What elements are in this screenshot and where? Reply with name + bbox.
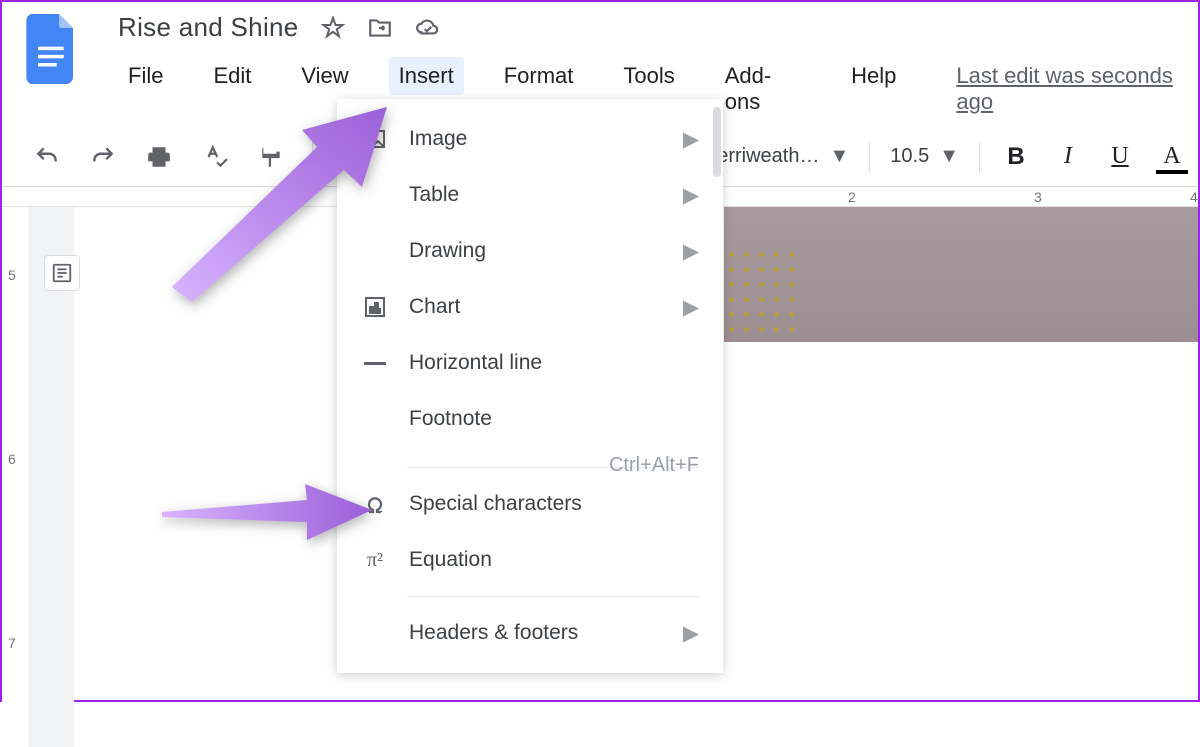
menu-label: Special characters	[409, 492, 699, 516]
submenu-arrow-icon: ▶	[683, 621, 699, 646]
headers-icon	[361, 619, 389, 647]
menu-label: Horizontal line	[409, 351, 699, 375]
last-edit-link[interactable]: Last edit was seconds ago	[956, 63, 1198, 115]
annotation-arrow	[157, 482, 377, 542]
vertical-ruler[interactable]: 5 6 7	[2, 207, 30, 747]
undo-button[interactable]	[32, 142, 62, 172]
menu-label: Drawing	[409, 239, 683, 263]
image-detail	[724, 247, 794, 337]
menu-item-horizontal-line[interactable]: Horizontal line	[337, 335, 723, 391]
menu-item-footnote[interactable]: Footnote Ctrl+Alt+F	[337, 391, 723, 459]
docs-logo[interactable]	[26, 14, 78, 84]
chevron-down-icon: ▼	[939, 145, 959, 168]
submenu-arrow-icon: ▶	[683, 239, 699, 264]
menu-label: Footnote	[409, 407, 699, 431]
footnote-icon	[361, 405, 389, 433]
menu-label: Chart	[409, 295, 683, 319]
star-icon[interactable]	[321, 16, 345, 40]
font-size-dropdown[interactable]: 10.5 ▼	[890, 145, 959, 168]
menu-item-special-characters[interactable]: Special characters	[337, 476, 723, 532]
ruler-mark: 2	[848, 189, 856, 205]
submenu-arrow-icon: ▶	[683, 183, 699, 208]
title-row: Rise and Shine	[118, 10, 1198, 43]
vruler-mark: 6	[8, 451, 16, 467]
menu-insert[interactable]: Insert	[389, 57, 464, 95]
bold-button[interactable]: B	[1000, 143, 1032, 171]
menu-label: Headers & footers	[409, 621, 683, 645]
keyboard-shortcut: Ctrl+Alt+F	[609, 454, 699, 477]
menu-edit[interactable]: Edit	[203, 57, 261, 95]
vruler-mark: 5	[8, 267, 16, 283]
menu-label: Equation	[409, 548, 699, 572]
document-image[interactable]	[724, 207, 1198, 342]
toolbar-separator	[979, 142, 980, 172]
menu-tools[interactable]: Tools	[613, 57, 684, 95]
document-title[interactable]: Rise and Shine	[118, 12, 299, 43]
ruler-mark: 4	[1190, 189, 1198, 205]
menu-file[interactable]: File	[118, 57, 173, 95]
menu-divider	[407, 596, 699, 597]
annotation-arrow	[162, 102, 402, 302]
equation-icon: π²	[361, 546, 389, 574]
text-color-button[interactable]: A	[1156, 143, 1188, 170]
italic-button[interactable]: I	[1052, 143, 1084, 170]
menu-label: Image	[409, 127, 683, 151]
menu-item-equation[interactable]: π² Equation	[337, 532, 723, 588]
font-size-label: 10.5	[890, 145, 929, 168]
toolbar-right: Merriweath… ▼ 10.5 ▼ B I U A	[701, 142, 1198, 172]
submenu-arrow-icon: ▶	[683, 127, 699, 152]
underline-button[interactable]: U	[1104, 143, 1136, 170]
ruler-mark: 3	[1034, 189, 1042, 205]
chevron-down-icon: ▼	[829, 145, 849, 168]
menu-help[interactable]: Help	[841, 57, 906, 95]
horizontal-line-icon	[361, 349, 389, 377]
menu-label: Table	[409, 183, 683, 207]
move-folder-icon[interactable]	[367, 15, 393, 41]
vruler-mark: 7	[8, 635, 16, 651]
menu-format[interactable]: Format	[494, 57, 584, 95]
menu-view[interactable]: View	[291, 57, 358, 95]
redo-button[interactable]	[88, 142, 118, 172]
menu-item-headers-footers[interactable]: Headers & footers ▶	[337, 605, 723, 661]
outline-toggle-button[interactable]	[44, 255, 80, 291]
menu-addons[interactable]: Add-ons	[715, 57, 811, 121]
cloud-status-icon[interactable]	[415, 15, 441, 41]
toolbar-separator	[869, 142, 870, 172]
submenu-arrow-icon: ▶	[683, 295, 699, 320]
